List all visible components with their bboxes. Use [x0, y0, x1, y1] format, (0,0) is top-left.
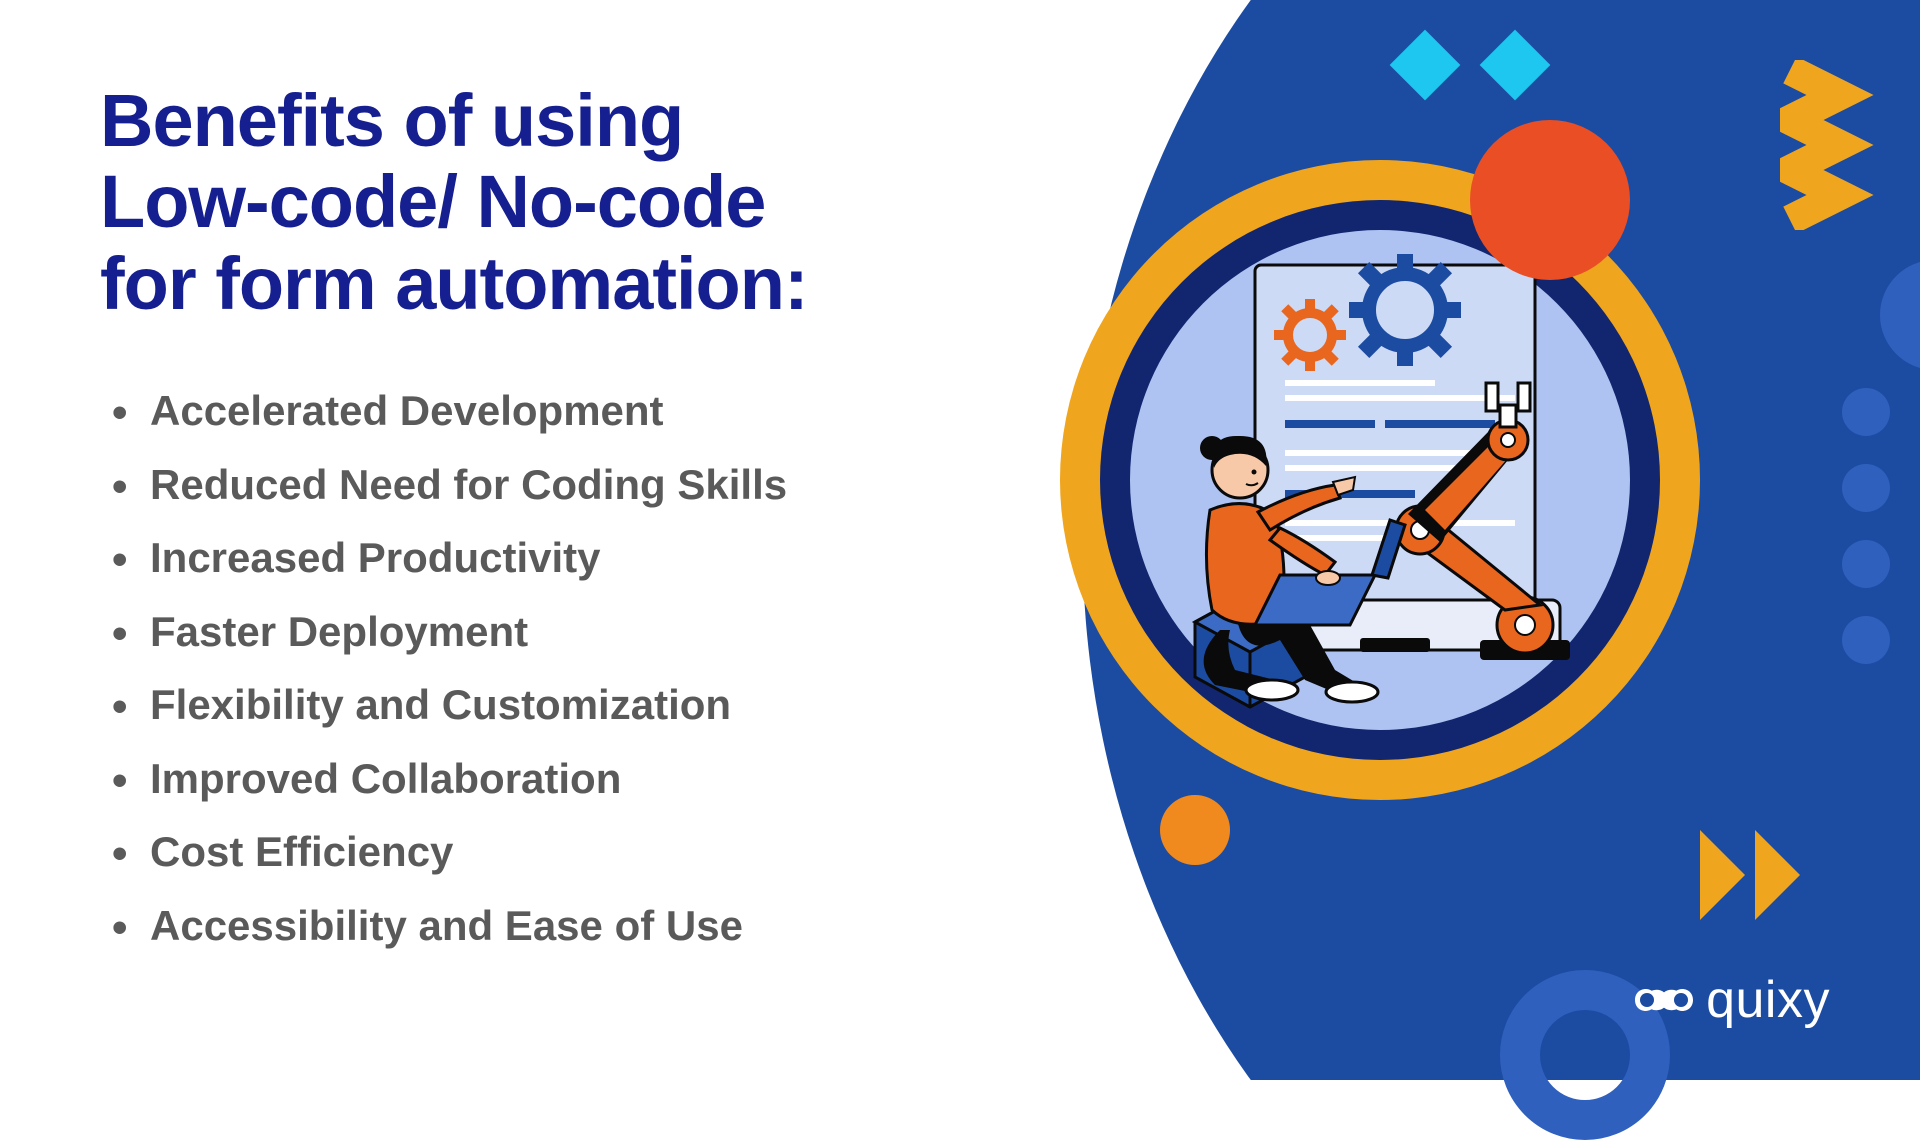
list-item: Accessibility and Ease of Use — [150, 889, 1000, 963]
heading-line: Benefits of using — [100, 79, 683, 162]
page-title: Benefits of using Low-code/ No-code for … — [100, 80, 1000, 324]
orange-small-circle-accent — [1160, 795, 1230, 865]
zigzag-icon — [1780, 60, 1880, 235]
content-panel: Benefits of using Low-code/ No-code for … — [100, 80, 1000, 962]
list-item: Reduced Need for Coding Skills — [150, 448, 1000, 522]
dots-column — [1842, 360, 1890, 692]
brand-name: quixy — [1706, 970, 1830, 1030]
list-item: Improved Collaboration — [150, 742, 1000, 816]
heading-line: Low-code/ No-code — [100, 160, 765, 243]
infinity-icon — [1634, 981, 1694, 1019]
list-item: Faster Deployment — [150, 595, 1000, 669]
benefits-list: Accelerated Development Reduced Need for… — [100, 374, 1000, 962]
orange-circle-accent — [1470, 120, 1630, 280]
list-item: Flexibility and Customization — [150, 668, 1000, 742]
list-item: Cost Efficiency — [150, 815, 1000, 889]
heading-line: for form automation: — [100, 242, 808, 325]
list-item: Accelerated Development — [150, 374, 1000, 448]
brand-logo: quixy — [1634, 970, 1830, 1030]
chevron-right-icon — [1700, 830, 1830, 925]
list-item: Increased Productivity — [150, 521, 1000, 595]
